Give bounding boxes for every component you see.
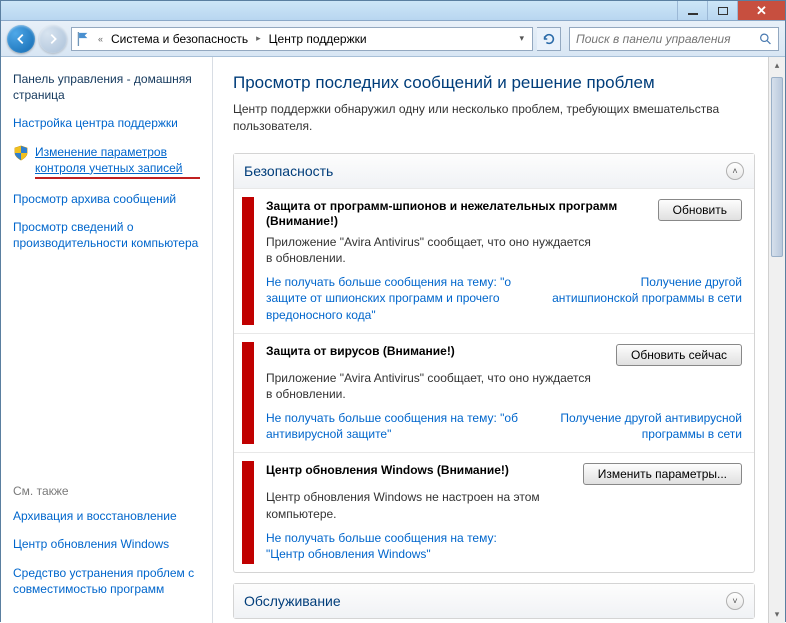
- alert-title: Центр обновления Windows (Внимание!): [266, 463, 509, 479]
- sidebar-compat-link[interactable]: Средство устранения проблем с совместимо…: [13, 565, 200, 597]
- update-button[interactable]: Обновить: [658, 199, 742, 221]
- alert-item-virus: Защита от вирусов (Внимание!) Обновить с…: [234, 333, 754, 453]
- refresh-icon: [542, 32, 556, 46]
- alert-description: Центр обновления Windows не настроен на …: [266, 489, 596, 521]
- sidebar-perf-link[interactable]: Просмотр сведений о производительности к…: [13, 219, 200, 251]
- alert-item-spyware: Защита от программ-шпионов и нежелательн…: [234, 188, 754, 333]
- get-other-link[interactable]: Получение другой антишпионской программы…: [552, 274, 742, 323]
- dismiss-link[interactable]: Не получать больше сообщения на тему: "о…: [266, 410, 526, 442]
- expand-button[interactable]: ˅: [726, 592, 744, 610]
- breadcrumb-item[interactable]: Центр поддержки: [269, 32, 367, 46]
- address-bar[interactable]: « Система и безопасность ▸ Центр поддерж…: [71, 27, 533, 51]
- see-also-header: См. также: [13, 484, 200, 498]
- section-title: Безопасность: [244, 163, 333, 179]
- navigation-bar: « Система и безопасность ▸ Центр поддерж…: [1, 21, 785, 57]
- severity-bar: [242, 342, 254, 445]
- close-button[interactable]: ✕: [737, 1, 785, 20]
- address-dropdown[interactable]: ▾: [515, 33, 528, 44]
- sidebar-settings-link[interactable]: Настройка центра поддержки: [13, 115, 200, 131]
- shield-icon: [13, 145, 29, 161]
- chevron-up-icon: ˄: [732, 166, 737, 176]
- search-box[interactable]: [569, 27, 779, 51]
- section-title: Обслуживание: [244, 593, 341, 609]
- page-title: Просмотр последних сообщений и решение п…: [233, 73, 755, 93]
- minimize-button[interactable]: [677, 1, 707, 20]
- collapse-button[interactable]: ˄: [726, 162, 744, 180]
- severity-bar: [242, 197, 254, 325]
- window-titlebar: ✕: [1, 1, 785, 21]
- sidebar-wu-link[interactable]: Центр обновления Windows: [13, 536, 200, 552]
- update-now-button[interactable]: Обновить сейчас: [616, 344, 742, 366]
- chevron-down-icon: ˅: [732, 596, 737, 606]
- search-icon: [759, 32, 772, 46]
- scroll-up-button[interactable]: ▴: [769, 57, 785, 74]
- sidebar-home-link[interactable]: Панель управления - домашняя страница: [13, 71, 200, 103]
- refresh-button[interactable]: [537, 27, 561, 51]
- flag-icon: [76, 31, 90, 47]
- breadcrumb-item[interactable]: Система и безопасность: [111, 32, 248, 46]
- severity-bar: [242, 461, 254, 564]
- change-settings-button[interactable]: Изменить параметры...: [583, 463, 742, 485]
- maintenance-section: Обслуживание ˅: [233, 583, 755, 619]
- alert-title: Защита от вирусов (Внимание!): [266, 344, 455, 360]
- chevron-right-icon: ▸: [256, 33, 261, 44]
- alert-title: Защита от программ-шпионов и нежелательн…: [266, 199, 648, 230]
- back-button[interactable]: [7, 25, 35, 53]
- sidebar: Панель управления - домашняя страница На…: [1, 57, 213, 623]
- scrollbar[interactable]: ▴ ▾: [768, 57, 785, 623]
- section-header[interactable]: Обслуживание ˅: [234, 584, 754, 618]
- main-panel: Просмотр последних сообщений и решение п…: [213, 57, 785, 623]
- section-header[interactable]: Безопасность ˄: [234, 154, 754, 188]
- scroll-thumb[interactable]: [771, 77, 783, 257]
- alert-description: Приложение "Avira Antivirus" сообщает, ч…: [266, 370, 596, 402]
- scroll-down-button[interactable]: ▾: [769, 606, 785, 623]
- dismiss-link[interactable]: Не получать больше сообщения на тему: "Ц…: [266, 530, 526, 562]
- breadcrumb-sep: «: [98, 34, 103, 44]
- content-area: Панель управления - домашняя страница На…: [1, 57, 785, 623]
- security-section: Безопасность ˄ Защита от программ-шпионо…: [233, 153, 755, 574]
- maximize-button[interactable]: [707, 1, 737, 20]
- search-input[interactable]: [576, 32, 759, 46]
- forward-button[interactable]: [39, 25, 67, 53]
- arrow-right-icon: [46, 32, 60, 46]
- sidebar-archive-link[interactable]: Просмотр архива сообщений: [13, 191, 200, 207]
- dismiss-link[interactable]: Не получать больше сообщения на тему: "о…: [266, 274, 526, 323]
- sidebar-backup-link[interactable]: Архивация и восстановление: [13, 508, 200, 524]
- page-subtitle: Центр поддержки обнаружил одну или неско…: [233, 101, 755, 135]
- sidebar-uac-item[interactable]: Изменение параметров контроля учетных за…: [13, 144, 200, 179]
- alert-description: Приложение "Avira Antivirus" сообщает, ч…: [266, 234, 596, 266]
- alert-item-windows-update: Центр обновления Windows (Внимание!) Изм…: [234, 452, 754, 572]
- arrow-left-icon: [14, 32, 28, 46]
- sidebar-uac-link[interactable]: Изменение параметров контроля учетных за…: [35, 144, 200, 179]
- get-other-link[interactable]: Получение другой антивирусной программы …: [552, 410, 742, 442]
